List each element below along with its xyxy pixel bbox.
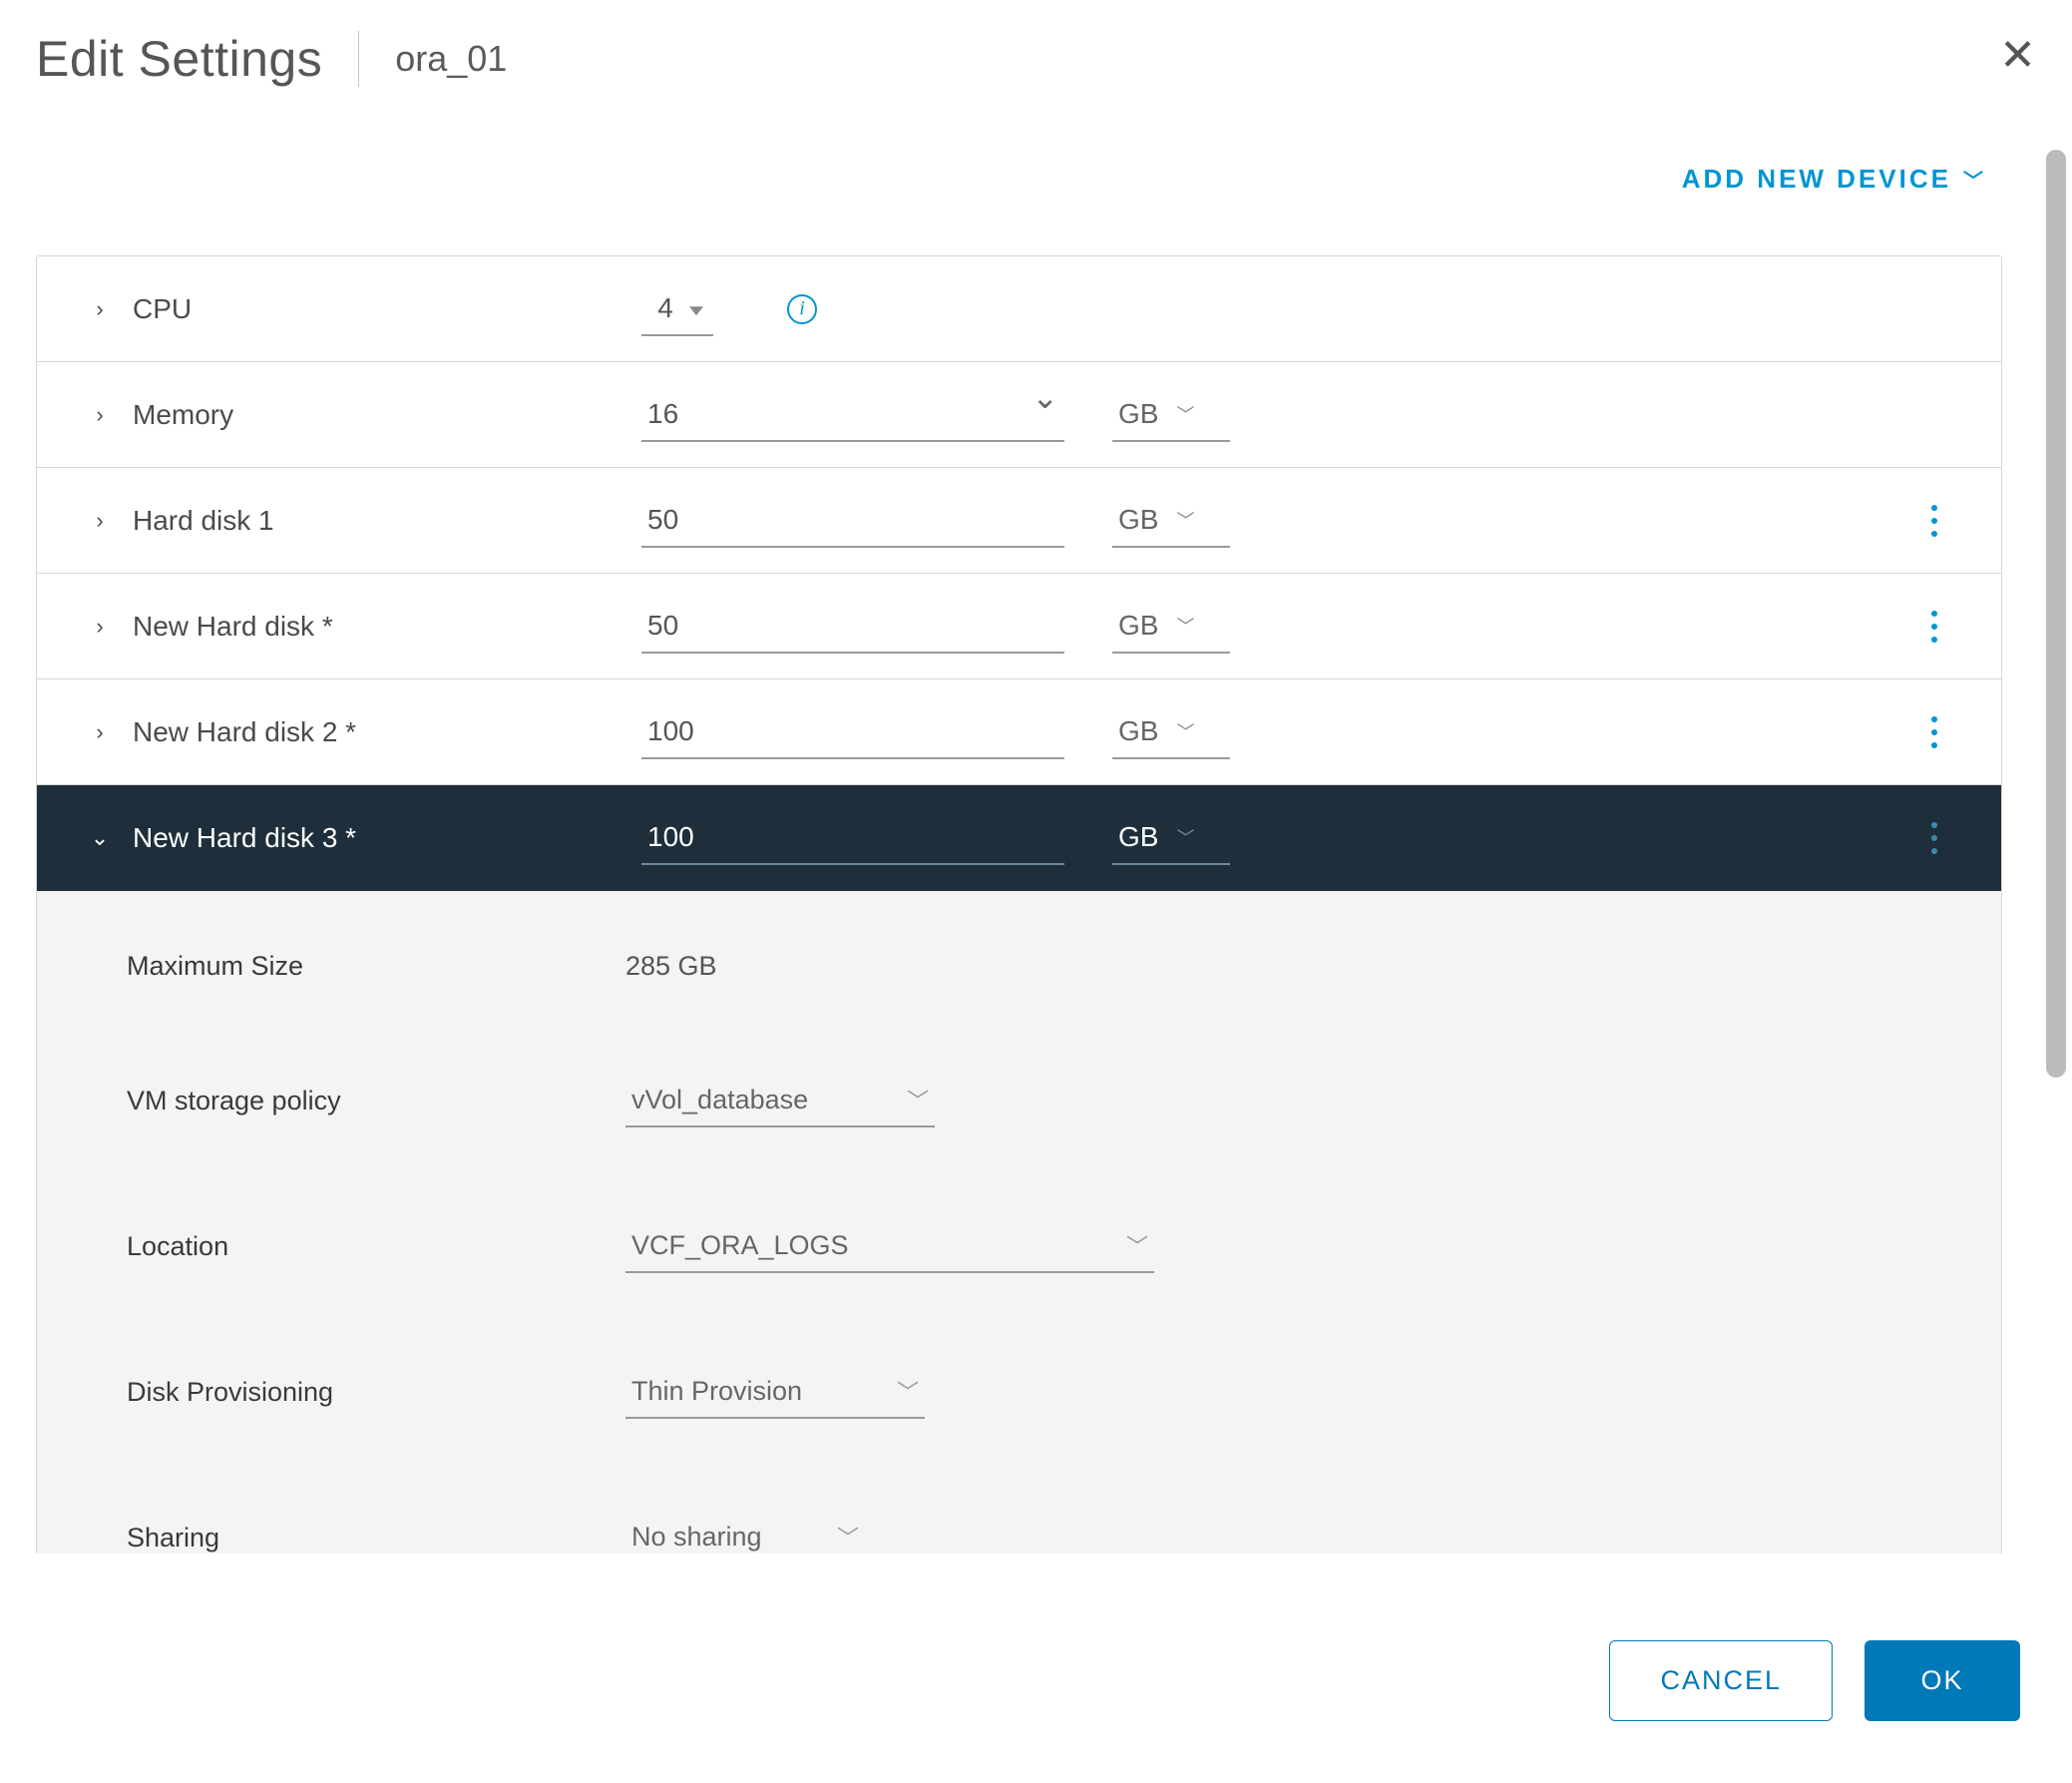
close-icon[interactable]: ✕ xyxy=(1999,34,2036,78)
storage-policy-value: vVol_database xyxy=(631,1085,808,1115)
row-new-hard-disk-3[interactable]: ⌄ New Hard disk 3 * GB ﹀ xyxy=(37,785,2001,891)
scrollbar[interactable] xyxy=(2046,150,2066,1078)
row-memory[interactable]: › Memory ⌄ GB ﹀ xyxy=(37,362,2001,468)
newhdd2-actions-menu[interactable] xyxy=(1921,706,1947,758)
chevron-down-icon: ﹀ xyxy=(907,1084,929,1115)
hdd1-size-input[interactable] xyxy=(641,494,1064,548)
newhdd2-unit-label: GB xyxy=(1118,715,1158,747)
memory-unit-label: GB xyxy=(1118,398,1158,430)
hdd1-actions-menu[interactable] xyxy=(1921,495,1947,547)
row-new-hard-disk-2[interactable]: › New Hard disk 2 * GB ﹀ xyxy=(37,679,2001,785)
newhdd3-actions-menu[interactable] xyxy=(1921,812,1947,864)
chevron-right-icon: › xyxy=(87,719,113,745)
max-size-label: Maximum Size xyxy=(127,951,625,982)
newhdd3-unit-label: GB xyxy=(1118,821,1158,853)
newhdd3-unit-select[interactable]: GB ﹀ xyxy=(1112,811,1230,865)
chevron-down-icon: ⌄ xyxy=(87,825,113,851)
row-cpu[interactable]: › CPU i xyxy=(37,256,2001,362)
chevron-down-icon: ﹀ xyxy=(837,1521,859,1553)
chevron-right-icon: › xyxy=(87,614,113,640)
chevron-down-icon: ﹀ xyxy=(1176,718,1194,744)
chevron-down-icon: ﹀ xyxy=(1126,1229,1148,1261)
add-new-device-label: ADD NEW DEVICE xyxy=(1682,164,1951,195)
add-new-device-button[interactable]: ADD NEW DEVICE ﹀ xyxy=(1682,164,1986,195)
chevron-down-icon[interactable]: ⌄ xyxy=(1032,378,1058,416)
chevron-right-icon: › xyxy=(87,508,113,534)
dialog-title: Edit Settings xyxy=(36,30,322,88)
location-value: VCF_ORA_LOGS xyxy=(631,1230,849,1261)
chevron-right-icon: › xyxy=(87,402,113,428)
edit-settings-dialog: Edit Settings ora_01 ✕ ADD NEW DEVICE ﹀ … xyxy=(0,0,2072,1783)
provisioning-label: Disk Provisioning xyxy=(127,1377,625,1408)
newhdd3-size-input[interactable] xyxy=(641,811,1064,865)
chevron-down-icon: ﹀ xyxy=(1176,613,1194,639)
chevron-down-icon: ﹀ xyxy=(1963,165,1986,194)
dialog-footer: CANCEL OK xyxy=(1609,1640,2020,1721)
cancel-button[interactable]: CANCEL xyxy=(1609,1640,1833,1721)
chevron-down-icon: ﹀ xyxy=(897,1375,919,1407)
hdd1-label: Hard disk 1 xyxy=(133,505,274,537)
scrollbar-thumb[interactable] xyxy=(2046,150,2066,1078)
newhdd3-label: New Hard disk 3 * xyxy=(133,822,356,854)
chevron-down-icon: ﹀ xyxy=(1176,824,1194,850)
newhdd-label: New Hard disk * xyxy=(133,611,333,643)
provisioning-value: Thin Provision xyxy=(631,1376,802,1407)
device-list: › CPU i › Memory ⌄ xyxy=(36,255,2002,1554)
row-hard-disk-1[interactable]: › Hard disk 1 GB ﹀ xyxy=(37,468,2001,574)
newhdd-size-input[interactable] xyxy=(641,600,1064,654)
ok-button[interactable]: OK xyxy=(1865,1640,2020,1721)
cpu-label: CPU xyxy=(133,293,192,325)
chevron-down-icon: ﹀ xyxy=(1176,401,1194,427)
provisioning-select[interactable]: Thin Provision ﹀ xyxy=(625,1365,925,1419)
newhdd-actions-menu[interactable] xyxy=(1921,601,1947,653)
title-divider xyxy=(358,31,359,87)
location-select[interactable]: VCF_ORA_LOGS ﹀ xyxy=(625,1219,1154,1273)
newhdd-unit-select[interactable]: GB ﹀ xyxy=(1112,600,1230,654)
hdd1-unit-select[interactable]: GB ﹀ xyxy=(1112,494,1230,548)
newhdd2-label: New Hard disk 2 * xyxy=(133,716,356,748)
memory-label: Memory xyxy=(133,399,233,431)
info-icon[interactable]: i xyxy=(787,294,817,324)
cpu-input[interactable] xyxy=(641,282,713,336)
newhdd-unit-label: GB xyxy=(1118,610,1158,642)
max-size-value: 285 GB xyxy=(625,951,717,982)
chevron-right-icon: › xyxy=(87,296,113,322)
chevron-down-icon: ﹀ xyxy=(1176,507,1194,533)
memory-unit-select[interactable]: GB ﹀ xyxy=(1112,388,1230,442)
newhdd2-unit-select[interactable]: GB ﹀ xyxy=(1112,705,1230,759)
storage-policy-label: VM storage policy xyxy=(127,1086,625,1116)
sharing-label: Sharing xyxy=(127,1523,625,1554)
row-new-hard-disk[interactable]: › New Hard disk * GB ﹀ xyxy=(37,574,2001,679)
dialog-subtitle: ora_01 xyxy=(395,38,507,80)
location-label: Location xyxy=(127,1231,625,1262)
sharing-value: No sharing xyxy=(631,1522,762,1553)
newhdd2-size-input[interactable] xyxy=(641,705,1064,759)
sharing-select[interactable]: No sharing ﹀ xyxy=(625,1511,865,1554)
storage-policy-select[interactable]: vVol_database ﹀ xyxy=(625,1074,935,1127)
device-list-scroll: › CPU i › Memory ⌄ xyxy=(36,255,2002,1554)
newhdd3-details-panel: Maximum Size 285 GB VM storage policy vV… xyxy=(37,891,2001,1554)
hdd1-unit-label: GB xyxy=(1118,504,1158,536)
memory-input[interactable] xyxy=(641,388,1064,442)
